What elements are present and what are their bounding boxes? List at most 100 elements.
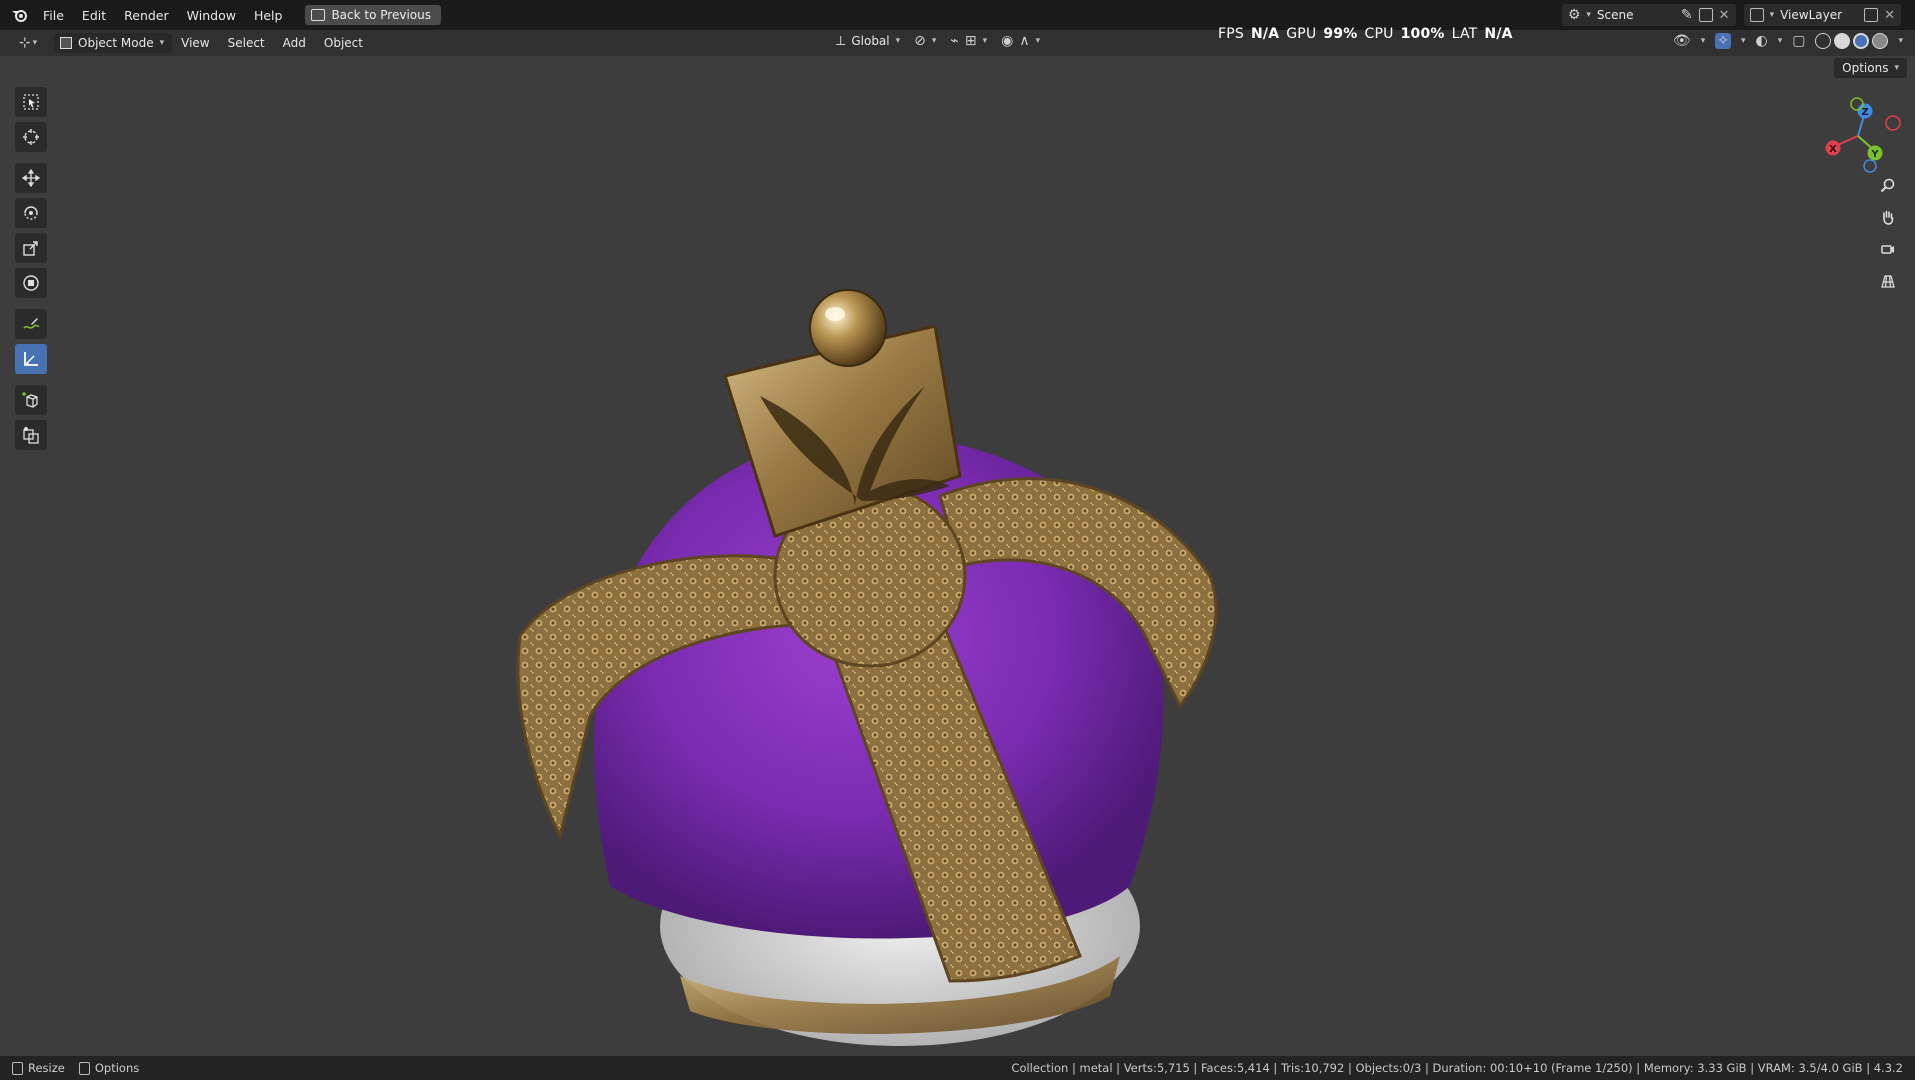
orientation-icon: ⟂ (836, 33, 846, 49)
solid-shading-icon[interactable] (1834, 33, 1851, 49)
menu-window[interactable]: Window (178, 0, 245, 30)
header-menus: View Select Add Object (172, 28, 372, 58)
menu-view[interactable]: View (172, 28, 218, 58)
cursor-icon (22, 129, 39, 145)
perspective-grid-icon[interactable] (1875, 268, 1901, 294)
rotate-icon (23, 206, 38, 220)
rendered-shading-icon[interactable] (1872, 33, 1889, 49)
options-hint: Options (78, 1061, 139, 1075)
status-left: Resize Options (12, 1061, 139, 1075)
mouse-icon (78, 1061, 90, 1075)
chevron-down-icon: ▾ (32, 38, 38, 48)
chevron-down-icon: ▾ (1898, 36, 1903, 46)
crown-model[interactable] (0, 56, 1915, 1056)
falloff-icon: ∧ (1019, 33, 1030, 49)
viewport-options-button[interactable]: Options ▾ (1834, 58, 1907, 78)
xray-icon[interactable]: ▢ (1792, 33, 1805, 49)
3d-viewport[interactable]: Options ▾ Z X Y (0, 56, 1915, 1056)
lat-value: N/A (1484, 26, 1513, 42)
transform-icon (22, 275, 39, 291)
back-to-previous-button[interactable]: Back to Previous (305, 5, 441, 25)
annotate-tool[interactable] (14, 309, 47, 339)
mode-selector[interactable]: Object Mode ▾ (54, 33, 173, 53)
scale-icon (22, 241, 38, 256)
menu-add[interactable]: Add (274, 28, 315, 58)
snap-controls[interactable]: ⌁ ⊞ ▾ (950, 33, 987, 49)
transform-controls: ⟂ Global ▾ ⊘ ▾ ⌁ ⊞ ▾ ◉ ∧ ▾ (836, 33, 1040, 49)
axis-neg-x-handle[interactable] (1885, 115, 1901, 131)
menu-help[interactable]: Help (245, 0, 292, 30)
gpu-value: 99% (1323, 26, 1358, 42)
add-cube-icon (21, 392, 38, 408)
viewport-header: ⊹ ▾ Object Mode ▾ View Select Add Object… (0, 30, 1915, 56)
resize-hint: Resize (12, 1061, 65, 1075)
gpu-label: GPU (1286, 26, 1317, 42)
extra-tool[interactable] (14, 420, 47, 450)
add-cube-tool[interactable] (14, 385, 47, 415)
overlays-icon[interactable]: ◐ (1755, 33, 1767, 49)
material-preview-icon[interactable] (1853, 33, 1870, 49)
pivot-selector[interactable]: ⊘ ▾ (914, 33, 936, 49)
mouse-icon (12, 1061, 23, 1075)
cursor-tool[interactable] (14, 122, 47, 152)
annotate-icon (22, 318, 39, 329)
navigation-gizmo[interactable]: Z X Y (1813, 96, 1903, 176)
chevron-down-icon: ▾ (1700, 36, 1706, 46)
cpu-value: 100% (1400, 26, 1445, 42)
axis-z-label: Z (1861, 107, 1868, 118)
fps-label: FPS (1218, 26, 1244, 42)
proportional-edit-controls[interactable]: ◉ ∧ ▾ (1001, 33, 1040, 49)
scale-tool[interactable] (14, 233, 47, 263)
lat-label: LAT (1451, 26, 1478, 42)
chevron-down-icon: ▾ (931, 36, 937, 46)
options-label: Options (1842, 61, 1889, 75)
close-icon[interactable]: ✕ (1719, 8, 1730, 23)
viewport-nav-controls (1875, 172, 1901, 294)
gizmo-toggle-icon[interactable]: ✧ (1715, 33, 1731, 49)
select-box-icon (22, 94, 39, 110)
editor-type-selector[interactable]: ⊹ ▾ (10, 32, 46, 54)
menu-edit[interactable]: Edit (73, 0, 115, 30)
visibility-icon[interactable]: 👁 (1673, 33, 1691, 49)
chevron-down-icon: ▾ (1769, 10, 1775, 20)
menu-object[interactable]: Object (315, 28, 372, 58)
rotate-tool[interactable] (14, 198, 47, 228)
select-box-tool[interactable] (14, 87, 47, 117)
back-to-previous-label: Back to Previous (331, 8, 431, 22)
axis-x-label: X (1829, 144, 1837, 155)
scene-selector[interactable]: ⚙ ▾ Scene ✎ ✕ (1561, 4, 1736, 26)
axis-neg-y-handle[interactable] (1850, 97, 1864, 111)
measure-icon (23, 352, 38, 366)
chevron-down-icon: ▾ (1586, 10, 1591, 20)
view-layer-name: ViewLayer (1780, 8, 1843, 22)
view-layer-selector[interactable]: ▾ ViewLayer ✕ (1743, 4, 1901, 26)
menu-file[interactable]: File (34, 0, 73, 30)
view-layer-icon (1749, 8, 1764, 22)
pin-icon[interactable]: ✎ (1681, 7, 1693, 23)
chevron-down-icon: ▾ (1740, 36, 1746, 46)
orientation-selector[interactable]: ⟂ Global ▾ (836, 33, 900, 49)
performance-hud: FPS N/A GPU 99% CPU 100% LAT N/A (1218, 26, 1513, 42)
new-view-layer-icon[interactable] (1864, 8, 1879, 22)
menu-select[interactable]: Select (219, 28, 274, 58)
menu-render[interactable]: Render (115, 0, 178, 30)
camera-view-icon[interactable] (1875, 236, 1901, 262)
scene-name: Scene (1596, 8, 1634, 22)
measure-tool[interactable] (14, 344, 47, 374)
new-scene-icon[interactable] (1698, 8, 1713, 22)
top-menu-bar: File Edit Render Window Help Back to Pre… (0, 0, 1915, 30)
orientation-label: Global (851, 34, 890, 48)
cpu-label: CPU (1364, 26, 1394, 42)
pivot-icon: ⊘ (914, 33, 926, 49)
pan-hand-icon[interactable] (1875, 204, 1901, 230)
blender-logo-icon[interactable] (6, 0, 34, 30)
transform-tool[interactable] (14, 268, 47, 298)
close-icon[interactable]: ✕ (1884, 8, 1895, 23)
wireframe-shading-icon[interactable] (1815, 33, 1832, 49)
resize-label: Resize (28, 1061, 65, 1075)
fps-value: N/A (1250, 26, 1280, 42)
move-tool[interactable] (14, 163, 47, 193)
chevron-down-icon: ▾ (895, 36, 901, 46)
zoom-icon[interactable] (1875, 172, 1901, 198)
axis-neg-z-handle[interactable] (1863, 159, 1877, 173)
